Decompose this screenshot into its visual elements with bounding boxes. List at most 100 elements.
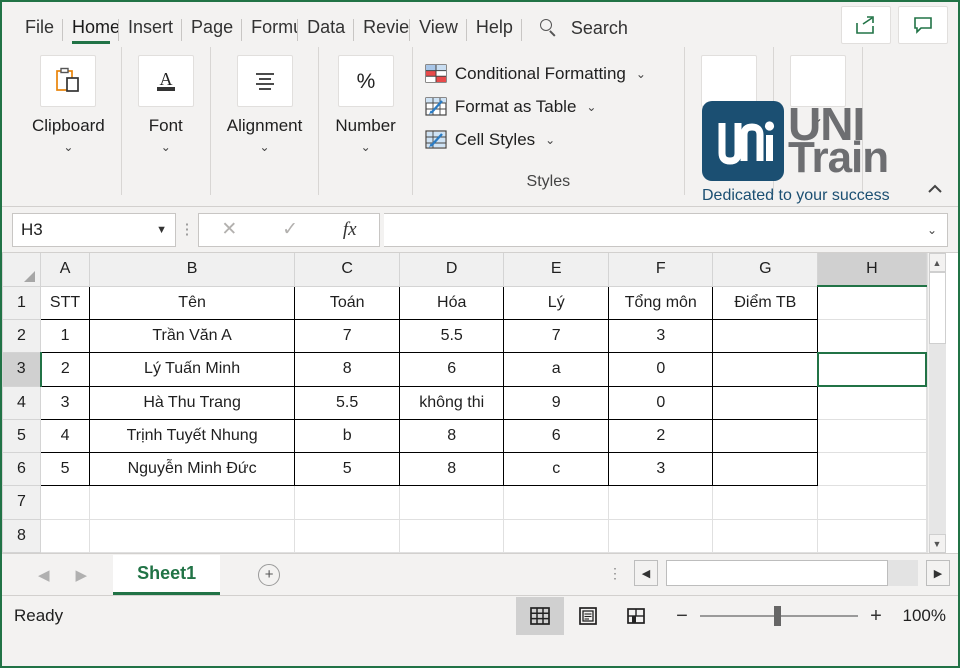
vertical-scroll-track[interactable]: [928, 272, 946, 534]
previous-sheet-button[interactable]: ◀: [38, 566, 50, 584]
cell-f5[interactable]: 2: [608, 418, 714, 454]
cell-b2[interactable]: Trần Văn A: [89, 319, 296, 354]
tab-review[interactable]: Review: [354, 15, 411, 47]
cell-e6[interactable]: c: [503, 452, 610, 487]
share-button[interactable]: [841, 6, 891, 44]
cells-button[interactable]: [700, 55, 757, 107]
cell-d4[interactable]: không thi: [399, 385, 505, 420]
tab-view[interactable]: View: [410, 15, 467, 47]
clipboard-button[interactable]: [40, 55, 97, 107]
cell-c1[interactable]: Toán: [294, 285, 401, 321]
cell-a6[interactable]: 5: [40, 452, 91, 487]
cell-c5[interactable]: b: [294, 418, 401, 454]
cell-e3[interactable]: a: [503, 352, 610, 387]
cell-d2[interactable]: 5.5: [399, 319, 505, 354]
cell-h2[interactable]: [817, 319, 927, 354]
cell-b8[interactable]: [89, 518, 296, 554]
formula-bar-handle[interactable]: ⋮: [176, 222, 198, 237]
cell-styles-chevron-down-icon[interactable]: ⌄: [545, 133, 555, 147]
column-header-d[interactable]: D: [399, 253, 505, 287]
cell-g3[interactable]: [712, 352, 819, 387]
tab-help[interactable]: Help: [467, 15, 522, 47]
column-header-a[interactable]: A: [40, 253, 91, 287]
ribbon-collapse-button[interactable]: [926, 180, 944, 200]
scroll-up-button[interactable]: ▲: [928, 253, 946, 272]
cells-chevron-down-icon[interactable]: ⌄: [724, 111, 734, 125]
cell-g2[interactable]: [712, 319, 819, 354]
column-header-g[interactable]: G: [712, 253, 819, 287]
add-sheet-button[interactable]: +: [258, 563, 281, 586]
cell-e4[interactable]: 9: [503, 385, 610, 420]
scroll-down-button[interactable]: ▼: [928, 534, 946, 553]
cell-b5[interactable]: Trịnh Tuyết Nhung: [89, 418, 296, 454]
cell-a1[interactable]: STT: [40, 285, 91, 321]
cell-b1[interactable]: Tên: [89, 285, 296, 321]
cell-g5[interactable]: [712, 418, 819, 454]
cell-f3[interactable]: 0: [608, 352, 714, 387]
row-header-2[interactable]: 2: [1, 319, 42, 354]
cell-d8[interactable]: [399, 518, 505, 554]
font-chevron-down-icon[interactable]: ⌄: [161, 140, 171, 154]
number-chevron-down-icon[interactable]: ⌄: [361, 140, 371, 154]
next-sheet-button[interactable]: ▶: [76, 566, 88, 584]
cell-g1[interactable]: Điểm TB: [712, 285, 819, 321]
ribbon-group-number[interactable]: % Number ⌄: [319, 47, 413, 195]
ribbon-group-alignment[interactable]: Alignment ⌄: [211, 47, 320, 195]
horizontal-scroll-thumb[interactable]: [666, 560, 888, 586]
zoom-out-button[interactable]: −: [674, 605, 690, 628]
alignment-chevron-down-icon[interactable]: ⌄: [260, 140, 270, 154]
editing-chevron-down-icon[interactable]: ⌄: [813, 111, 823, 125]
horizontal-scrollbar[interactable]: ⋮ ◀ ▶: [608, 560, 950, 586]
tab-file[interactable]: File: [16, 15, 64, 47]
cell-c3[interactable]: 8: [294, 352, 401, 387]
cell-c7[interactable]: [294, 485, 401, 520]
scroll-right-button[interactable]: ▶: [926, 560, 950, 586]
cell-f8[interactable]: [608, 518, 714, 554]
row-header-3[interactable]: 3: [1, 352, 42, 387]
tab-home[interactable]: Home: [63, 15, 120, 47]
cell-d5[interactable]: 8: [399, 418, 505, 454]
cell-h3[interactable]: [816, 351, 928, 388]
scroll-split-handle[interactable]: ⋮: [608, 566, 626, 580]
cell-g4[interactable]: [712, 385, 819, 420]
cell-g6[interactable]: [712, 452, 819, 487]
tab-formulas[interactable]: Formu: [242, 15, 299, 47]
cell-f4[interactable]: 0: [608, 385, 714, 420]
cell-f6[interactable]: 3: [608, 452, 714, 487]
comments-button[interactable]: [898, 6, 948, 44]
cell-d3[interactable]: 6: [399, 352, 505, 387]
cell-b7[interactable]: [89, 485, 296, 520]
ribbon-group-clipboard[interactable]: Clipboard ⌄: [16, 47, 122, 195]
cell-b3[interactable]: Lý Tuấn Minh: [89, 352, 296, 387]
zoom-in-button[interactable]: +: [868, 605, 884, 628]
sheet-tab-sheet1[interactable]: Sheet1: [113, 554, 221, 595]
cell-a2[interactable]: 1: [40, 319, 91, 354]
column-header-b[interactable]: B: [89, 253, 296, 287]
ribbon-group-editing[interactable]: ⌄: [774, 47, 863, 195]
cell-f7[interactable]: [608, 485, 714, 520]
column-header-h[interactable]: H: [817, 253, 927, 288]
confirm-formula-button[interactable]: ✓: [282, 218, 298, 241]
format-as-table-chevron-down-icon[interactable]: ⌄: [586, 100, 596, 114]
normal-view-button[interactable]: [516, 597, 564, 635]
editing-button[interactable]: [789, 55, 846, 107]
cell-a3[interactable]: 2: [40, 352, 91, 387]
tab-data[interactable]: Data: [298, 15, 355, 47]
vertical-scroll-thumb[interactable]: [928, 272, 946, 344]
alignment-button[interactable]: [236, 55, 293, 107]
horizontal-scroll-track[interactable]: [666, 560, 918, 586]
tab-insert[interactable]: Insert: [119, 15, 183, 47]
font-button[interactable]: A: [137, 55, 194, 107]
zoom-level-label[interactable]: 100%: [898, 606, 946, 626]
cell-a8[interactable]: [40, 518, 91, 554]
column-header-e[interactable]: E: [503, 253, 610, 287]
row-header-8[interactable]: 8: [1, 518, 42, 554]
search-box[interactable]: Search: [539, 18, 628, 47]
cell-a4[interactable]: 3: [40, 385, 91, 420]
cell-e2[interactable]: 7: [503, 319, 610, 354]
cell-h1[interactable]: [817, 285, 927, 321]
cell-styles-item[interactable]: Cell Styles ⌄: [425, 123, 672, 156]
cell-h6[interactable]: [817, 452, 927, 487]
cell-b6[interactable]: Nguyễn Minh Đức: [89, 452, 296, 487]
conditional-formatting-item[interactable]: Conditional Formatting ⌄: [425, 57, 672, 90]
